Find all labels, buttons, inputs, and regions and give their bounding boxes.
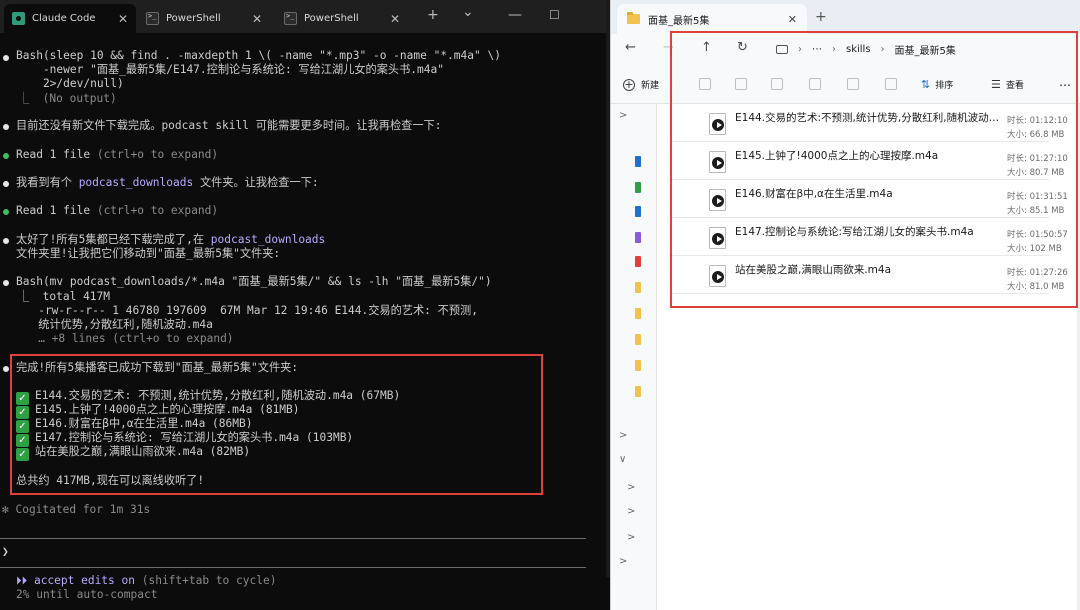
cogitated-status: ✻ Cogitated for 1m 31s — [2, 503, 151, 516]
back-arrow-icon[interactable]: ← — [625, 40, 636, 55]
close-icon[interactable]: ✕ — [788, 13, 797, 26]
done-item-text: E147.控制论与系统论: 写给江湖儿女的案头书.m4a (103MB) — [35, 431, 354, 444]
done-item-text: E144.交易的艺术: 不预测,统计优势,分散红利,随机波动.m4a (67MB… — [35, 389, 401, 402]
collapse-chevron-icon[interactable]: ∨ — [619, 454, 626, 465]
mode-indicator[interactable]: ⏵⏵ accept edits on (shift+tab to cycle) — [16, 574, 276, 588]
assistant-message-cont: 文件夹里!让我把它们移动到"面基_最新5集"文件夹: — [16, 247, 281, 260]
close-icon[interactable]: ✕ — [252, 12, 262, 26]
terminal-output: Bash(sleep 10 && find . -maxdepth 1 \( -… — [0, 33, 610, 610]
folder-link[interactable]: podcast_downloads — [79, 176, 194, 189]
explorer-tab-bar: 面基_最新5集 ✕ + — [611, 0, 1080, 34]
folder-icon — [635, 256, 641, 267]
tab-claude-code[interactable]: Claude Code ✕ — [4, 4, 136, 33]
bullet-dot — [3, 209, 9, 215]
done-item: ✓ 站在美股之巅,满眼山雨欲来.m4a (82MB) — [16, 445, 250, 461]
read-label: Read 1 file — [16, 204, 91, 217]
prompt-input[interactable]: ❯ — [2, 545, 9, 559]
divider — [0, 538, 586, 539]
new-tab-button[interactable]: + — [815, 9, 827, 25]
done-item-text: E145.上钟了!4000点之上的心理按摩.m4a (81MB) — [35, 403, 300, 416]
tab-label: 面基_最新5集 — [648, 15, 710, 27]
bash-output-1: ⎿ (No output) — [18, 92, 117, 105]
claude-icon — [12, 12, 25, 25]
bash-command-1-cont: 2>/dev/null) — [16, 77, 124, 90]
expand-hint: (ctrl+o to expand) — [90, 204, 219, 217]
terminal-window: Claude Code ✕ PowerShell ✕ PowerShell ✕ … — [0, 0, 610, 610]
mode-label: accept edits on — [33, 574, 135, 587]
minimize-button[interactable]: — — [508, 8, 522, 22]
bullet-dot — [3, 55, 9, 61]
tab-label: PowerShell — [304, 13, 359, 24]
expand-chevron-icon[interactable]: > — [627, 506, 635, 517]
bash-command-1-cont: -newer "面基_最新5集/E147.控制论与系统论: 写给江湖儿女的案头书… — [16, 63, 444, 76]
done-title: 完成!所有5集播客已成功下载到"面基_最新5集"文件夹: — [16, 361, 299, 374]
new-label: 新建 — [641, 81, 660, 91]
expand-hint: (ctrl+o to expand) — [90, 148, 219, 161]
powershell-icon — [146, 12, 159, 25]
tab-label: Claude Code — [32, 13, 96, 24]
new-button[interactable]: + 新建 — [623, 78, 659, 91]
bash-command-2: Bash(mv podcast_downloads/*.m4a "面基_最新5集… — [16, 275, 492, 288]
bullet-dot — [3, 238, 9, 244]
powershell-icon — [284, 12, 297, 25]
expand-chevron-icon[interactable]: > — [627, 532, 635, 543]
expand-chevron-icon[interactable]: > — [627, 482, 635, 493]
chevron-down-icon[interactable]: ⌄ — [462, 5, 474, 19]
tab-powershell-1[interactable]: PowerShell ✕ — [138, 4, 270, 33]
new-tab-button[interactable]: + — [427, 8, 439, 22]
divider — [0, 567, 586, 568]
terminal-tab-bar: Claude Code ✕ PowerShell ✕ PowerShell ✕ … — [0, 0, 610, 33]
mode-hint: (shift+tab to cycle) — [135, 574, 277, 587]
compact-status: 2% until auto-compact — [16, 588, 158, 601]
read-label: Read 1 file — [16, 148, 91, 161]
bash-output-2: 统计优势,分散红利,随机波动.m4a — [18, 318, 213, 331]
fast-forward-icon: ⏵⏵ — [16, 574, 28, 587]
expand-chevron-icon[interactable]: > — [619, 430, 627, 441]
folder-icon — [635, 308, 641, 319]
bullet-dot — [3, 181, 9, 187]
assistant-message: 目前还没有新文件下载完成。podcast skill 可能需要更多时间。让我再检… — [16, 119, 442, 132]
bash-command-1: Bash(sleep 10 && find . -maxdepth 1 \( -… — [16, 49, 501, 62]
tab-label: PowerShell — [166, 13, 221, 24]
maximize-button[interactable]: ☐ — [549, 8, 560, 22]
folder-icon — [635, 282, 641, 293]
assistant-message: 我看到有个 podcast_downloads 文件夹。让我检查一下: — [16, 176, 319, 190]
expand-more[interactable]: … +8 lines (ctrl+o to expand) — [18, 332, 233, 346]
expand-chevron-icon[interactable]: > — [619, 556, 627, 567]
text: 太好了!所有5集都已经下载完成了,在 — [16, 233, 211, 246]
done-item-text: 站在美股之巅,满眼山雨欲来.m4a (82MB) — [35, 445, 251, 458]
read-file-2[interactable]: Read 1 file (ctrl+o to expand) — [16, 204, 218, 218]
bullet-dot — [3, 366, 9, 372]
navigation-pane: > > ∨ > > > > — [611, 104, 657, 610]
done-item-text: E146.财富在β中,α在生活里.m4a (86MB) — [35, 417, 253, 430]
bullet-dot — [3, 124, 9, 130]
bullet-dot — [3, 280, 9, 286]
highlight-box — [670, 31, 1078, 308]
text: 文件夹。让我检查一下: — [193, 176, 319, 189]
explorer-window: 面基_最新5集 ✕ + ← → ↑ ↻ › ⋯ › skills › 面基_最新… — [610, 0, 1080, 610]
done-total: 总共约 417MB,现在可以离线收听了! — [16, 474, 205, 487]
folder-icon — [627, 12, 640, 24]
folder-icon — [635, 232, 641, 243]
assistant-message: 太好了!所有5集都已经下载完成了,在 podcast_downloads — [16, 233, 325, 247]
bullet-dot — [3, 153, 9, 159]
read-file-1[interactable]: Read 1 file (ctrl+o to expand) — [16, 148, 218, 162]
tab-powershell-2[interactable]: PowerShell ✕ — [276, 4, 408, 33]
text: 我看到有个 — [16, 176, 79, 189]
folder-link[interactable]: podcast_downloads — [211, 233, 326, 246]
folder-icon — [635, 334, 641, 345]
tab-folder[interactable]: 面基_最新5集 ✕ — [617, 4, 807, 34]
expand-chevron-icon[interactable]: > — [619, 110, 627, 121]
bash-output-2: -rw-r--r-- 1 46780 197609 67M Mar 12 19:… — [18, 304, 478, 317]
bash-output-2: ⎿ total 417M — [18, 290, 111, 303]
folder-icon — [635, 386, 641, 397]
folder-icon — [635, 360, 641, 371]
folder-icon — [635, 206, 641, 217]
plus-icon: + — [623, 77, 635, 91]
close-icon[interactable]: ✕ — [118, 12, 128, 26]
checkmark-icon: ✓ — [16, 448, 29, 461]
drive-icon — [635, 156, 641, 167]
folder-icon — [635, 182, 641, 193]
close-icon[interactable]: ✕ — [390, 12, 400, 26]
